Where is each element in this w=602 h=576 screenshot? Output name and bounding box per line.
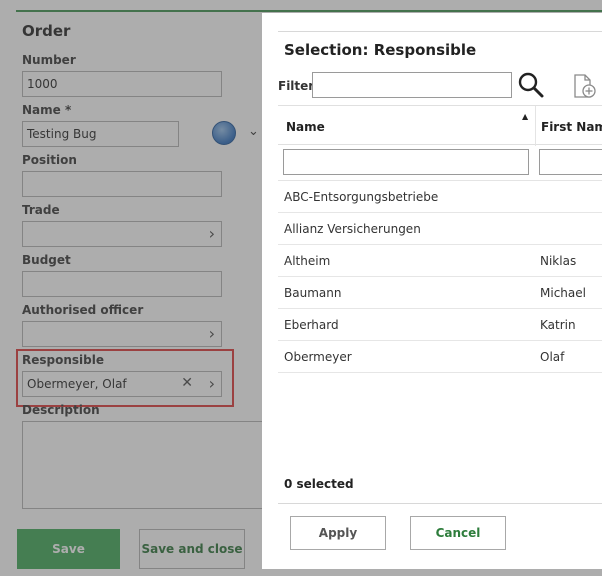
row-first-name: Olaf: [540, 350, 565, 364]
grid-header: Name ▲ First Name: [278, 105, 602, 146]
apply-button[interactable]: Apply: [290, 516, 386, 550]
dialog-top-divider: [278, 31, 602, 32]
row-first-name: Niklas: [540, 254, 577, 268]
selected-count: 0 selected: [284, 477, 354, 491]
row-first-name: Katrin: [540, 318, 576, 332]
row-name: Eberhard: [284, 318, 339, 332]
dialog-bottom-divider: [278, 503, 602, 504]
table-row[interactable]: Obermeyer Olaf: [278, 341, 602, 373]
row-name: ABC-Entsorgungsbetriebe: [284, 190, 439, 204]
table-row[interactable]: ABC-Entsorgungsbetriebe: [278, 181, 602, 213]
row-first-name: Michael: [540, 286, 586, 300]
row-name: Allianz Versicherungen: [284, 222, 421, 236]
filter-label: Filter: [278, 79, 315, 93]
table-row[interactable]: Baumann Michael: [278, 277, 602, 309]
add-document-icon[interactable]: [570, 72, 598, 100]
table-row[interactable]: Altheim Niklas: [278, 245, 602, 277]
table-row[interactable]: Eberhard Katrin: [278, 309, 602, 341]
row-name: Obermeyer: [284, 350, 352, 364]
search-icon[interactable]: [517, 71, 545, 99]
sort-ascending-icon[interactable]: ▲: [522, 112, 528, 121]
column-header-first-name[interactable]: First Name: [541, 120, 602, 134]
row-name: Altheim: [284, 254, 331, 268]
first-name-column-filter[interactable]: [539, 149, 602, 175]
table-row[interactable]: Allianz Versicherungen: [278, 213, 602, 245]
filter-input[interactable]: [312, 72, 512, 98]
result-list: ABC-Entsorgungsbetriebe Allianz Versiche…: [278, 181, 602, 373]
dialog-title: Selection: Responsible: [284, 41, 477, 59]
row-name: Baumann: [284, 286, 342, 300]
column-header-name[interactable]: Name: [286, 120, 325, 134]
column-separator[interactable]: [535, 106, 536, 146]
cancel-button[interactable]: Cancel: [410, 516, 506, 550]
selection-dialog: Selection: Responsible Filter Name ▲ Fir…: [262, 13, 602, 569]
name-column-filter[interactable]: [283, 149, 529, 175]
